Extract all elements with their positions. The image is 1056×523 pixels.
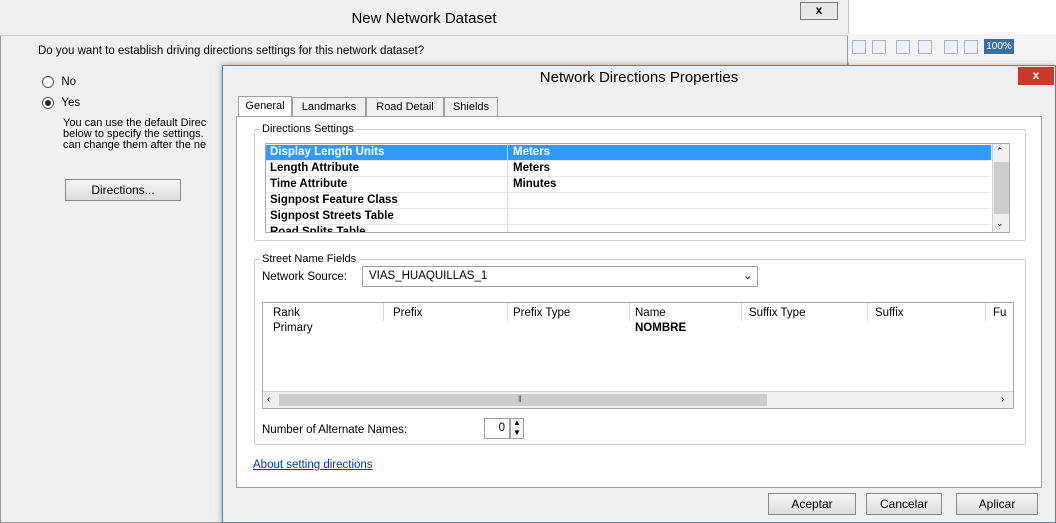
dialog-title: Network Directions Properties — [539, 69, 739, 86]
about-setting-directions-link[interactable]: About setting directions — [253, 459, 373, 471]
scroll-down-icon[interactable]: ⌄ — [996, 218, 1004, 229]
column-divider — [507, 144, 508, 232]
tab-general[interactable]: General — [238, 96, 292, 118]
directions-question: Do you want to establish driving directi… — [38, 45, 425, 57]
option-yes[interactable]: Yes — [42, 95, 80, 109]
column-header[interactable]: Prefix Type — [513, 307, 570, 319]
grid-horizontal-scrollbar[interactable]: ‹ ‖ › — [263, 391, 1013, 408]
property-row[interactable]: Length Attribute Meters — [266, 161, 991, 177]
header-divider — [985, 303, 986, 321]
header-divider — [383, 303, 384, 321]
street-name-fields-label: Street Name Fields — [260, 253, 359, 265]
ok-button[interactable]: Aceptar — [768, 493, 856, 515]
property-value: Meters — [513, 146, 551, 158]
toolbar-icon-6[interactable] — [964, 40, 978, 54]
toolbar-icon-3[interactable] — [896, 40, 910, 54]
yes-description: You can use the default Direc below to s… — [63, 118, 222, 151]
header-divider — [629, 303, 630, 321]
directions-settings-label: Directions Settings — [260, 123, 356, 135]
header-divider — [867, 303, 868, 321]
chevron-down-icon: ⌄ — [743, 270, 753, 282]
radio-no[interactable] — [42, 75, 54, 88]
scroll-left-icon[interactable]: ‹ — [267, 394, 270, 405]
property-row[interactable]: Time Attribute Minutes — [266, 177, 991, 193]
toolbar-icon-5[interactable] — [944, 40, 958, 54]
grip-icon: ‖ — [518, 394, 522, 404]
scroll-right-icon[interactable]: › — [1001, 394, 1004, 405]
property-row[interactable]: Display Length Units Meters — [266, 145, 991, 161]
tab-landmarks[interactable]: Landmarks — [292, 97, 366, 117]
property-row[interactable]: Signpost Feature Class — [266, 193, 991, 209]
property-key: Signpost Feature Class — [270, 194, 398, 206]
zoom-level[interactable]: 100% — [984, 39, 1014, 54]
scroll-thumb[interactable] — [994, 162, 1009, 214]
header-divider — [741, 303, 742, 321]
network-source-label: Network Source: — [262, 271, 348, 283]
property-key: Signpost Streets Table — [270, 210, 394, 222]
apply-button[interactable]: Aplicar — [956, 493, 1038, 515]
alternate-names-stepper[interactable]: ▲ ▼ — [510, 418, 524, 439]
toolbar-icon-2[interactable] — [872, 40, 886, 54]
street-name-grid[interactable]: Rank Prefix Prefix Type Name Suffix Type… — [262, 302, 1014, 409]
scroll-up-icon[interactable]: ⌃ — [996, 146, 1004, 157]
alternate-names-input[interactable]: 0 — [484, 418, 510, 439]
option-yes-label: Yes — [61, 97, 81, 109]
column-header[interactable]: Suffix — [875, 307, 904, 319]
property-grid-scrollbar[interactable]: ⌃ ⌄ — [992, 144, 1009, 232]
toolbar-icon-1[interactable] — [852, 40, 866, 54]
header-divider — [507, 303, 508, 321]
tab-road-detail[interactable]: Road Detail — [366, 97, 444, 117]
scroll-thumb[interactable] — [279, 394, 767, 406]
property-key: Time Attribute — [270, 178, 348, 190]
network-source-select[interactable]: VIAS_HUAQUILLAS_1 ⌄ — [362, 266, 758, 287]
option-no[interactable]: No — [42, 74, 76, 88]
rank-cell: Primary — [273, 322, 313, 334]
network-source-value: VIAS_HUAQUILLAS_1 — [369, 270, 488, 282]
option-no-label: No — [61, 76, 77, 88]
alternate-names-label: Number of Alternate Names: — [262, 424, 408, 436]
property-value: Minutes — [513, 178, 557, 190]
column-header[interactable]: Prefix — [393, 307, 422, 319]
radio-yes[interactable] — [42, 96, 54, 109]
column-header[interactable]: Fu — [993, 307, 1006, 319]
tab-shields[interactable]: Shields — [444, 97, 498, 117]
column-header[interactable]: Name — [635, 307, 666, 319]
name-cell: NOMBRE — [635, 322, 687, 334]
directions-button[interactable]: Directions... — [65, 179, 181, 201]
table-row[interactable]: Primary NOMBRE — [263, 321, 1013, 337]
background-window-title: New Network Dataset — [351, 10, 497, 27]
cancel-button[interactable]: Cancelar — [866, 493, 942, 515]
property-value: Meters — [513, 162, 551, 174]
chevron-up-icon[interactable]: ▲ — [513, 418, 521, 427]
property-row[interactable]: Signpost Streets Table — [266, 209, 991, 225]
property-key: Road Splits Table — [270, 226, 366, 233]
background-close-button[interactable]: x — [800, 2, 838, 20]
desc-line-3: can change them after the ne — [63, 139, 207, 151]
column-header[interactable]: Rank — [273, 307, 300, 319]
property-key: Length Attribute — [270, 162, 360, 174]
dialog-close-button[interactable]: x — [1018, 67, 1054, 85]
directions-property-grid[interactable]: Display Length Units Meters Length Attri… — [265, 143, 1010, 233]
toolbar-icon-4[interactable] — [918, 40, 932, 54]
column-header[interactable]: Suffix Type — [749, 307, 805, 319]
property-key: Display Length Units — [270, 146, 385, 158]
property-row[interactable]: Road Splits Table — [266, 225, 991, 233]
chevron-down-icon[interactable]: ▼ — [513, 428, 521, 437]
